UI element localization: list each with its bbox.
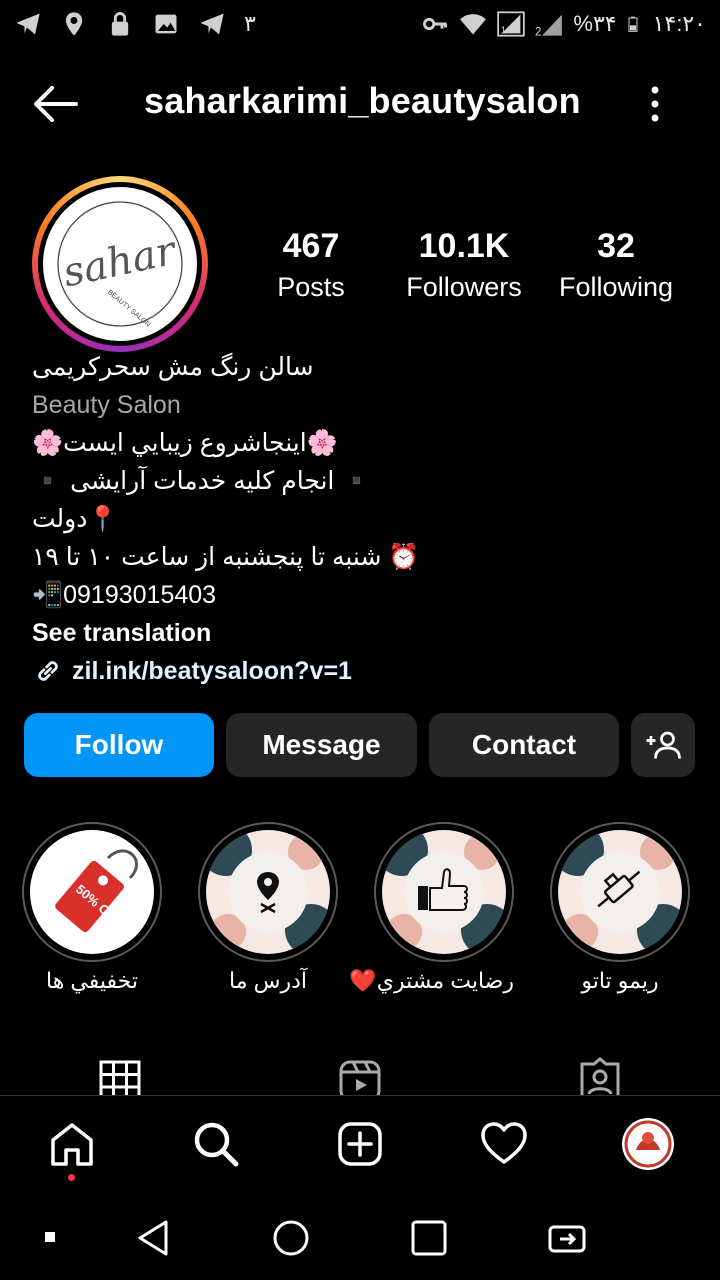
- back-arrow-icon[interactable]: [30, 82, 80, 126]
- highlight-address[interactable]: آدرس ما: [198, 822, 338, 994]
- bio-link-text: zil.ink/beatysaloon?v=1: [72, 657, 352, 685]
- highlight-discounts[interactable]: 50% OFF تخفيفي ها: [22, 822, 162, 994]
- screen-switch-icon[interactable]: [547, 1218, 587, 1258]
- add-person-icon: [646, 731, 681, 759]
- grid-icon[interactable]: [96, 1054, 144, 1096]
- highlight-label: ريمو تاتو: [581, 968, 659, 993]
- svg-text:BEAUTY SALON: BEAUTY SALON: [106, 289, 152, 329]
- gallery-notification-icon: [155, 14, 177, 34]
- battery-icon: [628, 16, 638, 32]
- stat-following[interactable]: 32 Following: [550, 226, 682, 304]
- more-options-icon[interactable]: [640, 82, 670, 126]
- contact-button[interactable]: Contact: [429, 713, 619, 777]
- system-navigation-bar: [0, 1196, 720, 1280]
- battery-percent: %۳۴: [573, 11, 617, 36]
- bio-line-2: ▪️ انجام کلیه خدمات آرایشی ▪️: [32, 467, 373, 495]
- signal-sim1-icon: 1: [497, 11, 526, 37]
- posts-label: Posts: [277, 272, 345, 302]
- following-label: Following: [558, 272, 674, 302]
- highlight-label: رضايت مشتري❤️: [349, 968, 514, 993]
- pinned-square-icon: [45, 1232, 55, 1242]
- follow-button[interactable]: Follow: [24, 713, 214, 777]
- system-recents-icon[interactable]: [409, 1218, 449, 1258]
- profile-category: Beauty Salon: [32, 391, 181, 419]
- highlight-customer-satisfaction[interactable]: رضايت مشتري❤️: [349, 822, 514, 994]
- notification-count: ۳: [244, 11, 256, 36]
- see-translation-link[interactable]: See translation: [32, 614, 692, 652]
- signal-sim2-icon: 2: [535, 14, 563, 38]
- profile-header: saharkarimi_beautysalon: [0, 68, 720, 140]
- key-icon: [423, 17, 448, 31]
- telegram-notification-icon-2: [200, 13, 224, 35]
- salon-logo: sahar BEAUTY SALON: [43, 187, 197, 341]
- stat-followers[interactable]: 10.1K Followers: [398, 226, 530, 304]
- bio-line-4: ⏰ شنبه تا پنجشنبه از ساعت ۱۰ تا ۱۹: [32, 543, 420, 571]
- profile-name: سالن رنگ مش سحرکریمی: [32, 353, 314, 381]
- highlight-label: آدرس ما: [229, 968, 307, 993]
- bio-link[interactable]: zil.ink/beatysaloon?v=1: [32, 652, 692, 690]
- clock: ۱۴:۲۰: [652, 11, 706, 36]
- system-back-icon[interactable]: [134, 1218, 174, 1258]
- bio-phone: 📲09193015403: [32, 581, 217, 609]
- bottom-navigation: [0, 1096, 720, 1196]
- stat-posts[interactable]: 467 Posts: [266, 226, 356, 304]
- following-count: 32: [597, 227, 635, 265]
- location-notification-icon: [65, 12, 83, 36]
- my-profile-avatar[interactable]: [622, 1118, 674, 1170]
- status-bar: ۳ 1 2 %۳۴ ۱۴:۲۰: [0, 0, 720, 48]
- profile-tabs: [0, 1050, 720, 1096]
- svg-text:sahar: sahar: [59, 227, 182, 296]
- highlight-label: تخفيفي ها: [46, 968, 138, 993]
- telegram-notification-icon: [16, 13, 40, 35]
- followers-label: Followers: [406, 272, 522, 302]
- svg-text:2: 2: [535, 26, 541, 38]
- svg-text:1: 1: [501, 24, 507, 36]
- username-title: saharkarimi_beautysalon: [144, 80, 581, 121]
- message-button[interactable]: Message: [226, 713, 417, 777]
- home-notification-dot: [68, 1174, 75, 1181]
- suggested-accounts-button[interactable]: [631, 713, 695, 777]
- system-home-icon[interactable]: [271, 1218, 311, 1258]
- bio-line-3: 📍دولت: [32, 505, 119, 533]
- search-icon[interactable]: [192, 1120, 240, 1168]
- activity-heart-icon[interactable]: [480, 1120, 528, 1168]
- highlight-tattoo-removal[interactable]: ريمو تاتو: [550, 822, 690, 994]
- lock-notification-icon: [111, 12, 129, 36]
- followers-count: 10.1K: [418, 227, 510, 265]
- profile-avatar[interactable]: sahar BEAUTY SALON: [32, 176, 208, 352]
- create-post-icon[interactable]: [336, 1120, 384, 1168]
- profile-bio: سالن رنگ مش سحرکریمی Beauty Salon 🌸اینجا…: [32, 348, 692, 690]
- wifi-icon: [460, 14, 487, 35]
- reels-icon[interactable]: [336, 1054, 384, 1096]
- link-icon: [38, 661, 58, 681]
- tagged-icon[interactable]: [576, 1054, 624, 1096]
- home-icon[interactable]: [48, 1120, 96, 1168]
- posts-count: 467: [282, 227, 340, 265]
- bio-line-1: 🌸اینجاشروع زيبايي ايست🌸: [32, 429, 338, 457]
